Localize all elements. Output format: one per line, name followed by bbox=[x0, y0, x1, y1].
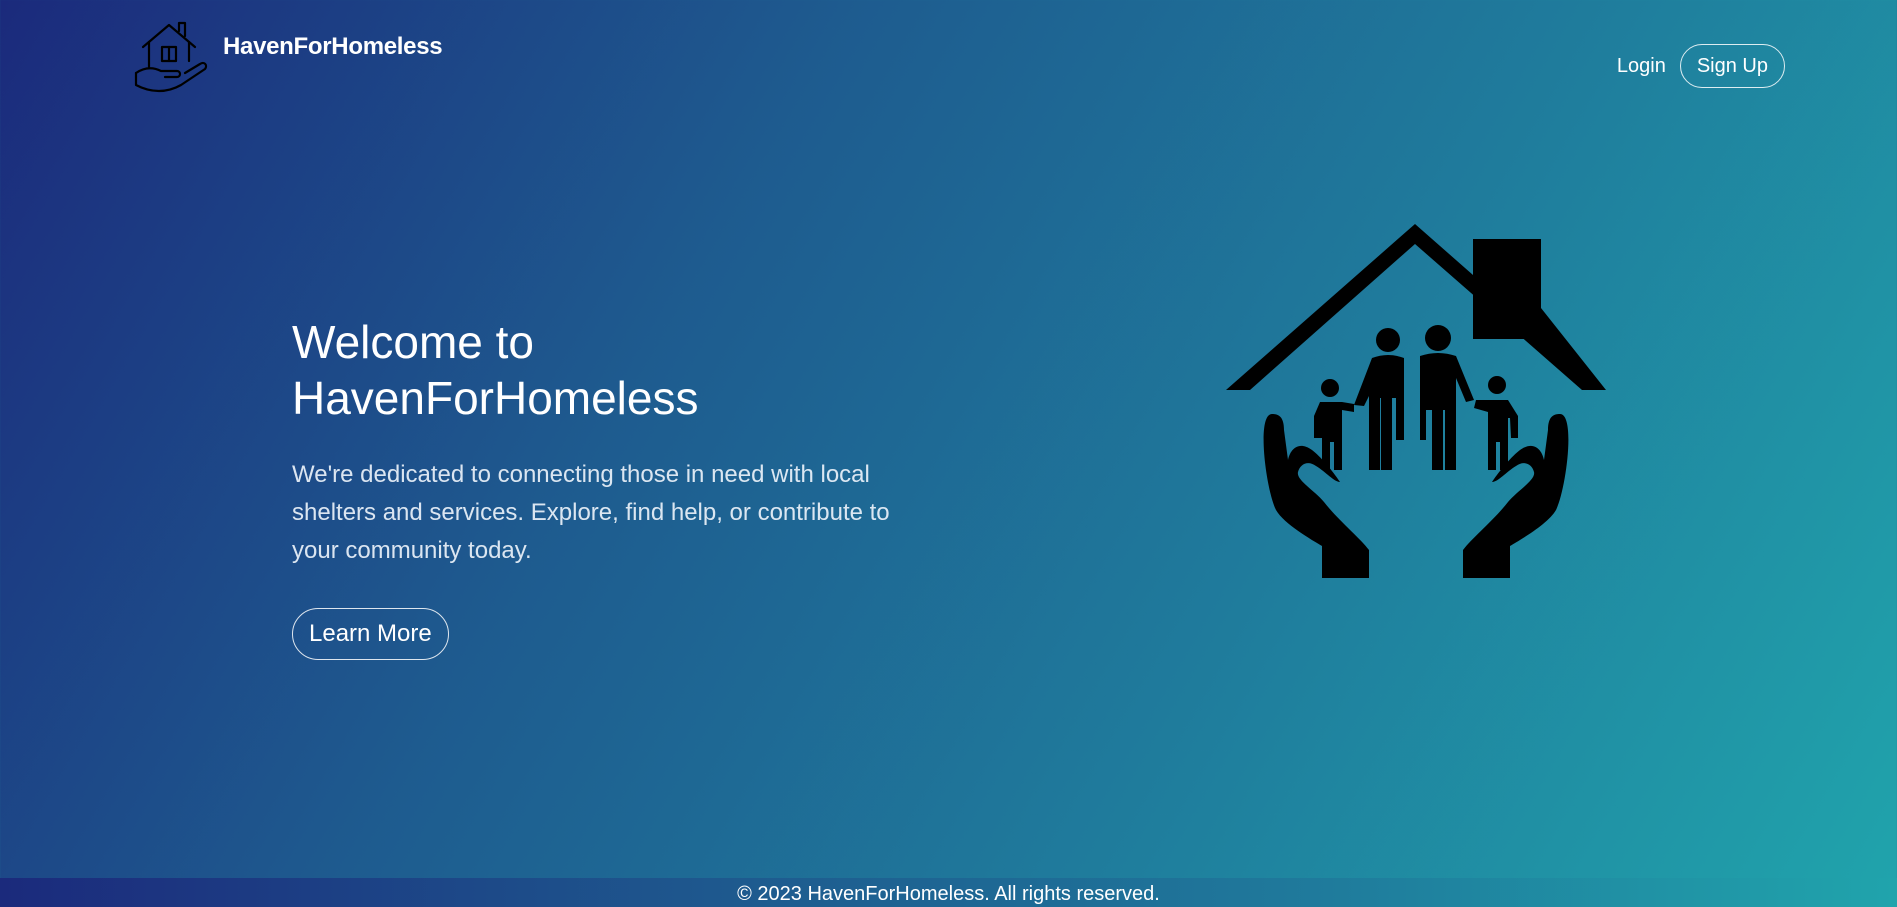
copyright-text: © 2023 HavenForHomeless. All rights rese… bbox=[737, 883, 1160, 905]
hero-title-line1: Welcome to bbox=[292, 316, 535, 368]
site-header: HavenForHomeless Login Sign Up bbox=[0, 0, 1897, 110]
brand-name: HavenForHomeless bbox=[223, 33, 443, 60]
hero-title-line2: HavenForHomeless bbox=[292, 372, 699, 424]
top-nav: Login Sign Up bbox=[1609, 44, 1785, 88]
hero-description: We're dedicated to connecting those in n… bbox=[292, 461, 890, 564]
site-footer: © 2023 HavenForHomeless. All rights rese… bbox=[0, 878, 1897, 907]
hero-title: Welcome to HavenForHomeless bbox=[292, 314, 972, 426]
house-in-hand-icon bbox=[134, 21, 208, 93]
learn-more-button[interactable]: Learn More bbox=[292, 608, 449, 660]
signup-button[interactable]: Sign Up bbox=[1679, 44, 1785, 88]
family-house-hands-icon bbox=[1226, 224, 1606, 578]
hero-section: Welcome to HavenForHomeless We're dedica… bbox=[292, 314, 972, 660]
brand-link[interactable]: HavenForHomeless bbox=[133, 17, 443, 95]
login-link[interactable]: Login bbox=[1609, 47, 1674, 86]
